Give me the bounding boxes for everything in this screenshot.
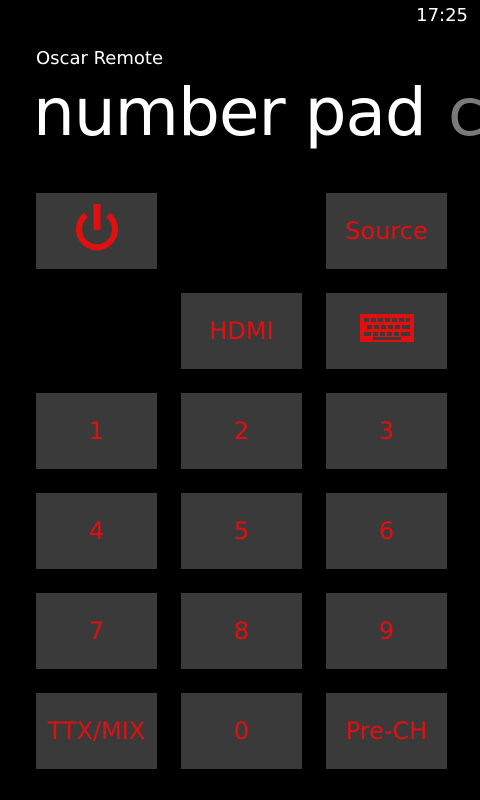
power-icon	[69, 200, 125, 262]
digit-0-button[interactable]: 0	[181, 693, 302, 769]
keyboard-button[interactable]	[326, 293, 447, 369]
status-time: 17:25	[416, 5, 468, 26]
digit-3-button[interactable]: 3	[326, 393, 447, 469]
digit-8-button[interactable]: 8	[181, 593, 302, 669]
digit-4-button[interactable]: 4	[36, 493, 157, 569]
pre-ch-button[interactable]: Pre-CH	[326, 693, 447, 769]
digit-7-button[interactable]: 7	[36, 593, 157, 669]
ttx-mix-button[interactable]: TTX/MIX	[36, 693, 157, 769]
digit-1-button[interactable]: 1	[36, 393, 157, 469]
power-button[interactable]	[36, 193, 157, 269]
source-button[interactable]: Source	[326, 193, 447, 269]
pivot-item-next[interactable]: c	[448, 74, 480, 151]
hdmi-button[interactable]: HDMI	[181, 293, 302, 369]
digit-6-button[interactable]: 6	[326, 493, 447, 569]
status-bar: 17:25	[0, 0, 480, 32]
digit-2-button[interactable]: 2	[181, 393, 302, 469]
pivot-header: number pad c	[33, 70, 480, 156]
keyboard-icon	[359, 313, 415, 349]
digit-9-button[interactable]: 9	[326, 593, 447, 669]
digit-5-button[interactable]: 5	[181, 493, 302, 569]
pivot-item-number-pad[interactable]: number pad	[33, 74, 427, 151]
app-title: Oscar Remote	[36, 48, 164, 69]
